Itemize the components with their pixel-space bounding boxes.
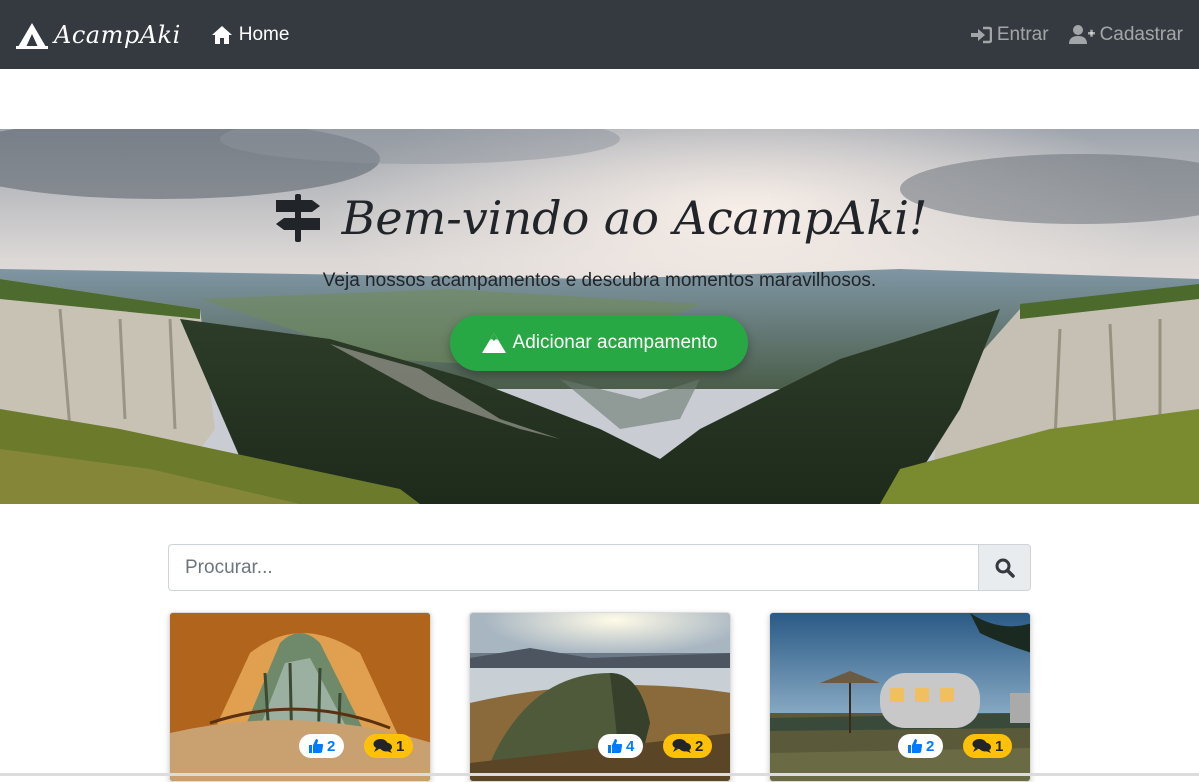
likes-count: 2 <box>926 737 935 755</box>
comments-icon <box>373 739 392 753</box>
nav-home-label: Home <box>238 23 290 45</box>
user-plus-icon <box>1068 24 1095 44</box>
campground-card[interactable]: 4 2 <box>469 612 731 782</box>
thumbs-up-icon <box>608 739 623 753</box>
add-campground-button[interactable]: Adicionar acampamento <box>450 315 748 371</box>
likes-count: 4 <box>626 737 635 755</box>
hero-title: Bem-vindo ao AcampAki! <box>0 191 1199 245</box>
thumbs-up-icon <box>309 739 324 753</box>
add-campground-label: Adicionar acampamento <box>512 332 718 353</box>
comments-badge: 2 <box>663 734 713 758</box>
search-bar <box>168 544 1031 591</box>
brand-link[interactable]: AcampAki <box>16 21 181 49</box>
home-icon <box>211 25 232 44</box>
hero-subtitle: Veja nossos acampamentos e descubra mome… <box>322 270 877 291</box>
comments-icon <box>672 739 691 753</box>
comments-badge: 1 <box>364 734 414 758</box>
likes-badge: 4 <box>598 734 644 758</box>
comments-count: 1 <box>995 737 1004 755</box>
likes-count: 2 <box>327 737 336 755</box>
comments-icon <box>972 739 991 753</box>
hero-banner: Bem-vindo ao AcampAki! Veja nossos acamp… <box>0 129 1199 504</box>
campground-card[interactable]: 2 1 <box>169 612 431 782</box>
mountain-icon <box>481 333 506 353</box>
nav-home-link[interactable]: Home <box>211 23 290 46</box>
login-label: Entrar <box>996 23 1049 45</box>
signpost-icon <box>275 194 320 242</box>
hero-title-text: Bem-vindo ao AcampAki! <box>341 191 928 245</box>
search-icon <box>995 558 1015 578</box>
comments-badge: 1 <box>963 734 1013 758</box>
likes-badge: 2 <box>299 734 345 758</box>
brand-name: AcampAki <box>54 20 181 49</box>
thumbs-up-icon <box>908 739 923 753</box>
comments-count: 1 <box>396 737 405 755</box>
signup-label: Cadastrar <box>1099 23 1183 45</box>
nav-auth-links: Entrar Cadastrar <box>950 24 1183 46</box>
search-input[interactable] <box>168 544 978 591</box>
search-button[interactable] <box>978 544 1031 591</box>
signup-link[interactable]: Cadastrar <box>1068 23 1183 46</box>
campground-icon <box>16 22 48 49</box>
comments-count: 2 <box>695 737 704 755</box>
login-link[interactable]: Entrar <box>970 24 1049 46</box>
likes-badge: 2 <box>898 734 944 758</box>
top-navbar: AcampAki Home Entrar Cadastrar <box>0 0 1199 69</box>
hero-content: Bem-vindo ao AcampAki! Veja nossos acamp… <box>0 129 1199 504</box>
campground-card[interactable]: 2 1 <box>769 612 1031 782</box>
sign-in-icon <box>970 26 992 43</box>
